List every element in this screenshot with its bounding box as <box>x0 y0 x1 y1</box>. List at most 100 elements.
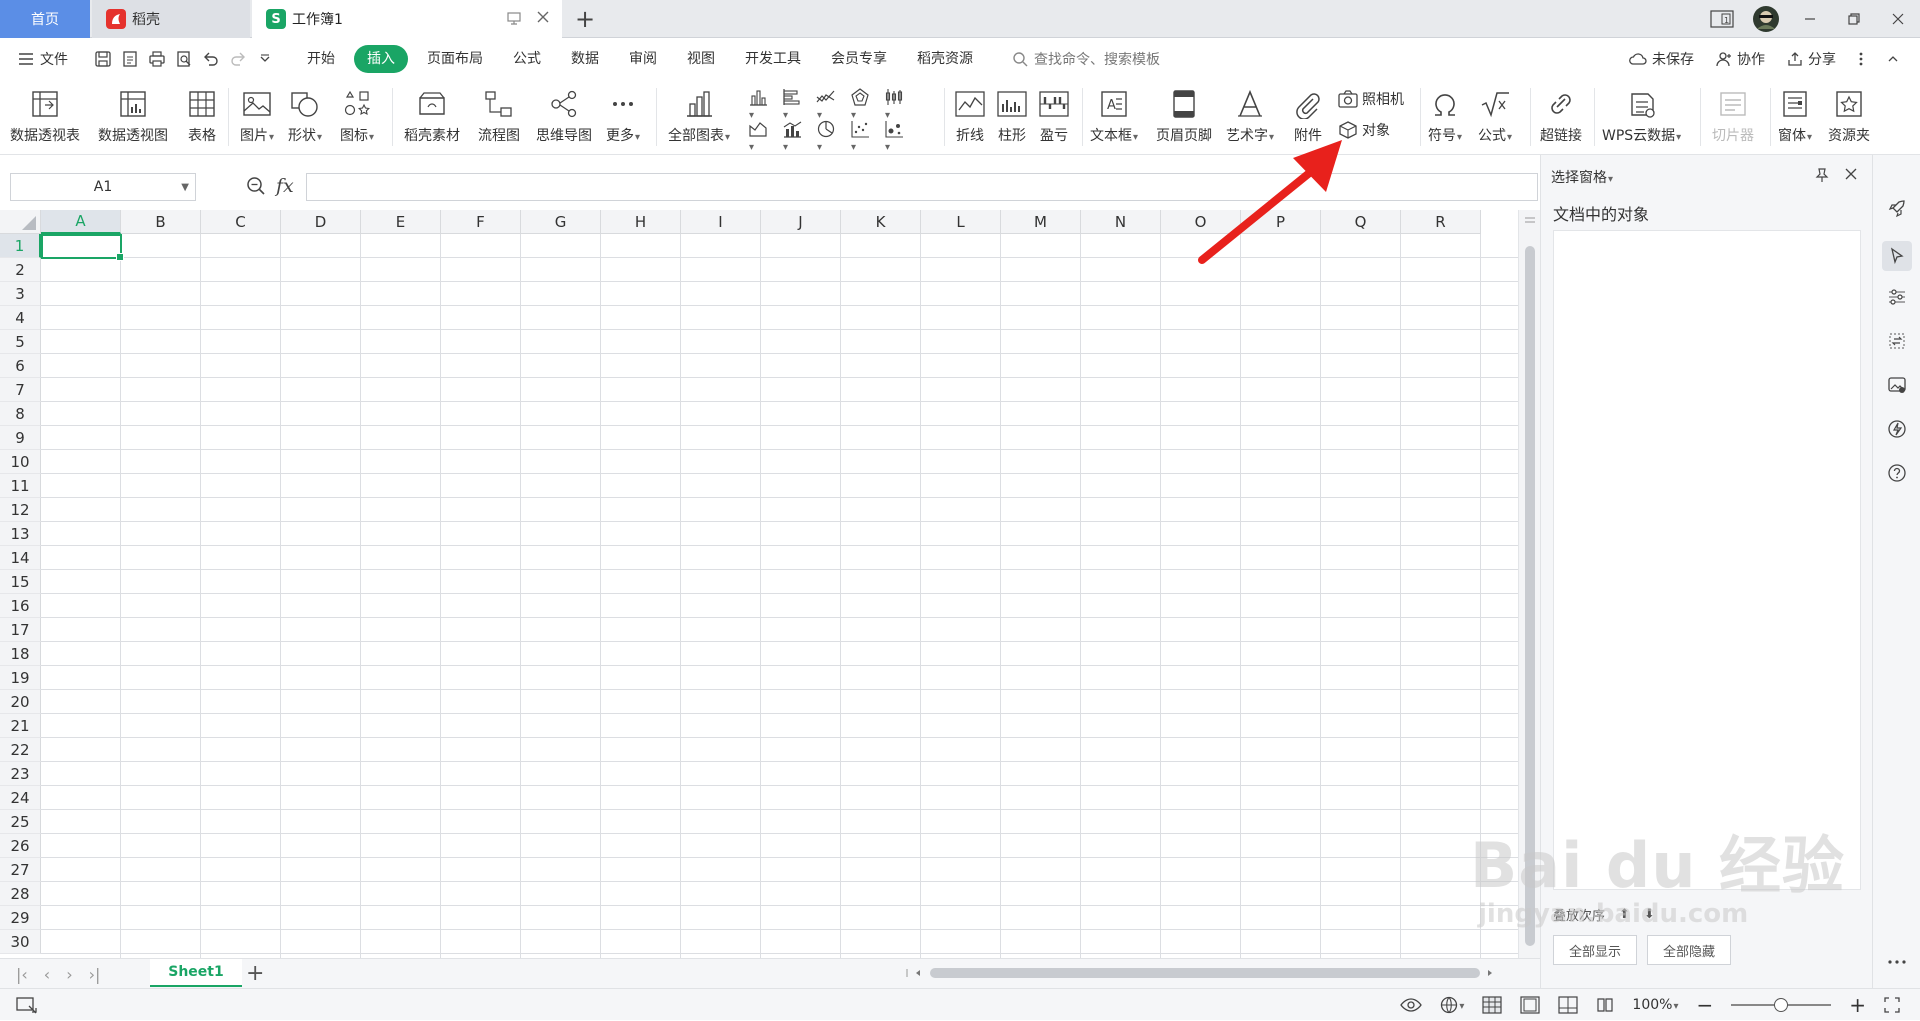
new-tab-button[interactable]: + <box>570 0 600 38</box>
share-button[interactable]: 分享 <box>1787 49 1836 69</box>
daoke-material-button[interactable]: 稻壳素材 <box>404 86 460 145</box>
sparkline-line-button[interactable]: 折线 <box>954 86 986 145</box>
bubble-chart-icon[interactable] <box>884 120 904 154</box>
close-pane-icon[interactable] <box>1844 167 1858 183</box>
row-header[interactable]: 14 <box>0 546 41 570</box>
more-dots-icon[interactable] <box>1885 950 1909 974</box>
avatar[interactable] <box>1744 0 1788 38</box>
select-all-corner[interactable] <box>0 210 41 234</box>
area-chart-icon[interactable] <box>748 120 768 154</box>
row-header[interactable]: 18 <box>0 642 41 666</box>
sparkline-column-button[interactable]: 柱形 <box>996 86 1028 145</box>
lightning-icon[interactable] <box>1885 417 1909 441</box>
row-header[interactable]: 17 <box>0 618 41 642</box>
tab-workbook[interactable]: S 工作簿1 <box>252 0 562 38</box>
objects-list[interactable] <box>1553 230 1861 890</box>
pie-chart-icon[interactable] <box>816 120 836 154</box>
bar-h-chart-icon[interactable] <box>782 88 802 122</box>
tab-member[interactable]: 会员专享 <box>816 45 902 73</box>
column-header[interactable]: D <box>281 210 361 234</box>
print-preview-icon[interactable] <box>175 50 193 68</box>
row-header[interactable]: 5 <box>0 330 41 354</box>
row-header[interactable]: 19 <box>0 666 41 690</box>
cell-area[interactable] <box>41 234 1518 958</box>
flowchart-button[interactable]: 流程图 <box>478 86 520 145</box>
pin-window-icon[interactable] <box>506 10 522 26</box>
form-controls-button[interactable]: 窗体 <box>1778 86 1812 145</box>
hide-all-button[interactable]: 全部隐藏 <box>1647 935 1731 965</box>
workspace-icon[interactable]: 1 <box>1700 0 1744 38</box>
column-header[interactable]: L <box>921 210 1001 234</box>
macro-record-icon[interactable] <box>16 996 38 1014</box>
scatter-chart-icon[interactable] <box>850 120 870 154</box>
row-header[interactable]: 8 <box>0 402 41 426</box>
horizontal-scrollbar[interactable] <box>904 967 1504 979</box>
row-header[interactable]: 3 <box>0 282 41 306</box>
row-header[interactable]: 20 <box>0 690 41 714</box>
tab-developer[interactable]: 开发工具 <box>730 45 816 73</box>
insert-function-button[interactable]: fx <box>276 175 294 197</box>
stock-chart-icon[interactable] <box>884 88 904 122</box>
zoom-out-button[interactable]: − <box>1696 993 1713 1017</box>
row-header[interactable]: 21 <box>0 714 41 738</box>
row-header[interactable]: 12 <box>0 498 41 522</box>
show-all-button[interactable]: 全部显示 <box>1553 935 1637 965</box>
tab-start[interactable]: 开始 <box>292 45 350 73</box>
formula-button[interactable]: 公式 <box>1478 86 1512 145</box>
tab-page-layout[interactable]: 页面布局 <box>412 45 498 73</box>
next-sheet-icon[interactable]: › <box>66 965 72 984</box>
column-header[interactable]: J <box>761 210 841 234</box>
normal-view-icon[interactable] <box>1482 996 1503 1014</box>
textbox-button[interactable]: A 文本框 <box>1090 86 1138 145</box>
row-header[interactable]: 4 <box>0 306 41 330</box>
file-menu[interactable]: 文件 <box>18 49 78 69</box>
add-sheet-button[interactable]: + <box>246 961 264 986</box>
row-header[interactable]: 7 <box>0 378 41 402</box>
column-header[interactable]: I <box>681 210 761 234</box>
column-header[interactable]: G <box>521 210 601 234</box>
command-search[interactable]: 查找命令、搜索模板 <box>1012 49 1160 69</box>
help-icon[interactable] <box>1885 461 1909 485</box>
row-header[interactable]: 28 <box>0 882 41 906</box>
more-button[interactable]: 更多 <box>606 86 640 145</box>
more-options-icon[interactable] <box>1858 51 1864 67</box>
column-header[interactable]: C <box>201 210 281 234</box>
tab-home[interactable]: 首页 <box>0 0 90 38</box>
camera-button[interactable]: 照相机 <box>1338 89 1404 109</box>
last-sheet-icon[interactable]: ›| <box>89 965 101 984</box>
minimize-icon[interactable] <box>1788 0 1832 38</box>
zoom-in-button[interactable]: + <box>1849 993 1866 1017</box>
rocket-icon[interactable] <box>1885 197 1909 221</box>
row-header[interactable]: 16 <box>0 594 41 618</box>
adjust-sliders-icon[interactable] <box>1885 285 1909 309</box>
prev-sheet-icon[interactable]: ‹ <box>44 965 50 984</box>
language-icon[interactable] <box>1440 996 1464 1014</box>
scroll-right-icon[interactable] <box>1484 967 1496 979</box>
all-charts-button[interactable]: 全部图表 <box>668 86 730 145</box>
pin-icon[interactable] <box>1814 167 1830 183</box>
symbol-button[interactable]: 符号 <box>1428 86 1462 145</box>
column-header[interactable]: F <box>441 210 521 234</box>
combo-chart-icon[interactable] <box>782 120 802 154</box>
close-tab-icon[interactable] <box>536 10 550 26</box>
column-header[interactable]: E <box>361 210 441 234</box>
radar-chart-icon[interactable] <box>850 88 870 122</box>
row-header[interactable]: 15 <box>0 570 41 594</box>
row-header[interactable]: 9 <box>0 426 41 450</box>
first-sheet-icon[interactable]: |‹ <box>16 965 28 984</box>
row-header[interactable]: 30 <box>0 930 41 954</box>
wps-cloud-data-button[interactable]: WPS云数据 <box>1602 86 1681 145</box>
pivot-chart-button[interactable]: 数据透视图 <box>98 86 168 145</box>
customize-toolbar-icon[interactable] <box>256 50 274 68</box>
line-chart-icon[interactable] <box>816 88 836 122</box>
page-break-view-icon[interactable] <box>1558 996 1579 1014</box>
row-header[interactable]: 23 <box>0 762 41 786</box>
page-layout-view-icon[interactable] <box>1520 996 1541 1014</box>
row-header[interactable]: 29 <box>0 906 41 930</box>
column-chart-icon[interactable] <box>748 88 768 122</box>
tab-insert[interactable]: 插入 <box>354 45 408 73</box>
column-header[interactable]: N <box>1081 210 1161 234</box>
unsaved-button[interactable]: 未保存 <box>1629 49 1694 69</box>
row-header[interactable]: 2 <box>0 258 41 282</box>
icon-button[interactable]: 图标 <box>340 86 374 145</box>
